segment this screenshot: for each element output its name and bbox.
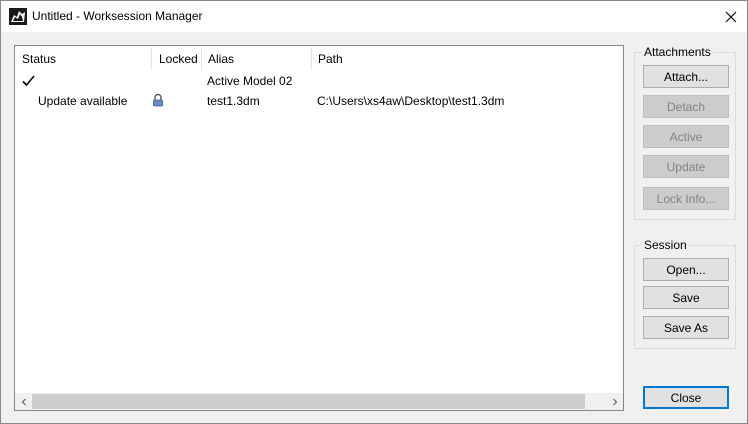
attach-button[interactable]: Attach...	[643, 65, 729, 88]
checkmark-icon	[22, 71, 35, 91]
window-title: Untitled - Worksession Manager	[32, 9, 203, 23]
attachments-group-label: Attachments	[642, 45, 713, 59]
list-header: Status Locked Alias Path	[15, 46, 623, 72]
worksession-manager-window: Untitled - Worksession Manager Status Lo…	[0, 0, 748, 424]
lock-info-button[interactable]: Lock Info...	[643, 187, 729, 210]
scrollbar-thumb[interactable]	[32, 394, 585, 409]
active-button[interactable]: Active	[643, 125, 729, 148]
chevron-left-icon[interactable]	[15, 393, 32, 410]
open-button[interactable]: Open...	[643, 258, 729, 281]
session-group-label: Session	[642, 238, 689, 252]
row-alias: Active Model 02	[207, 74, 293, 88]
title-bar[interactable]: Untitled - Worksession Manager	[1, 1, 747, 32]
lock-icon	[152, 91, 164, 111]
rhino-app-icon	[9, 8, 27, 25]
column-header-locked[interactable]: Locked	[152, 46, 201, 72]
horizontal-scrollbar[interactable]	[15, 393, 623, 410]
row-path: C:\Users\xs4aw\Desktop\test1.3dm	[317, 94, 505, 108]
save-button[interactable]: Save	[643, 286, 729, 309]
save-as-button[interactable]: Save As	[643, 316, 729, 339]
table-row[interactable]: Update available test1.3dm C:\Users\xs4a…	[15, 91, 623, 111]
row-alias: test1.3dm	[207, 94, 260, 108]
close-button[interactable]: Close	[643, 386, 729, 409]
column-header-path[interactable]: Path	[311, 46, 623, 72]
close-icon[interactable]	[714, 1, 747, 32]
chevron-right-icon[interactable]	[606, 393, 623, 410]
column-header-alias[interactable]: Alias	[201, 46, 311, 72]
attachments-list[interactable]: Status Locked Alias Path Active Model 02…	[14, 45, 624, 411]
row-status: Update available	[38, 94, 128, 108]
detach-button[interactable]: Detach	[643, 95, 729, 118]
column-header-status[interactable]: Status	[15, 46, 152, 72]
table-row[interactable]: Active Model 02	[15, 71, 623, 91]
update-button[interactable]: Update	[643, 155, 729, 178]
